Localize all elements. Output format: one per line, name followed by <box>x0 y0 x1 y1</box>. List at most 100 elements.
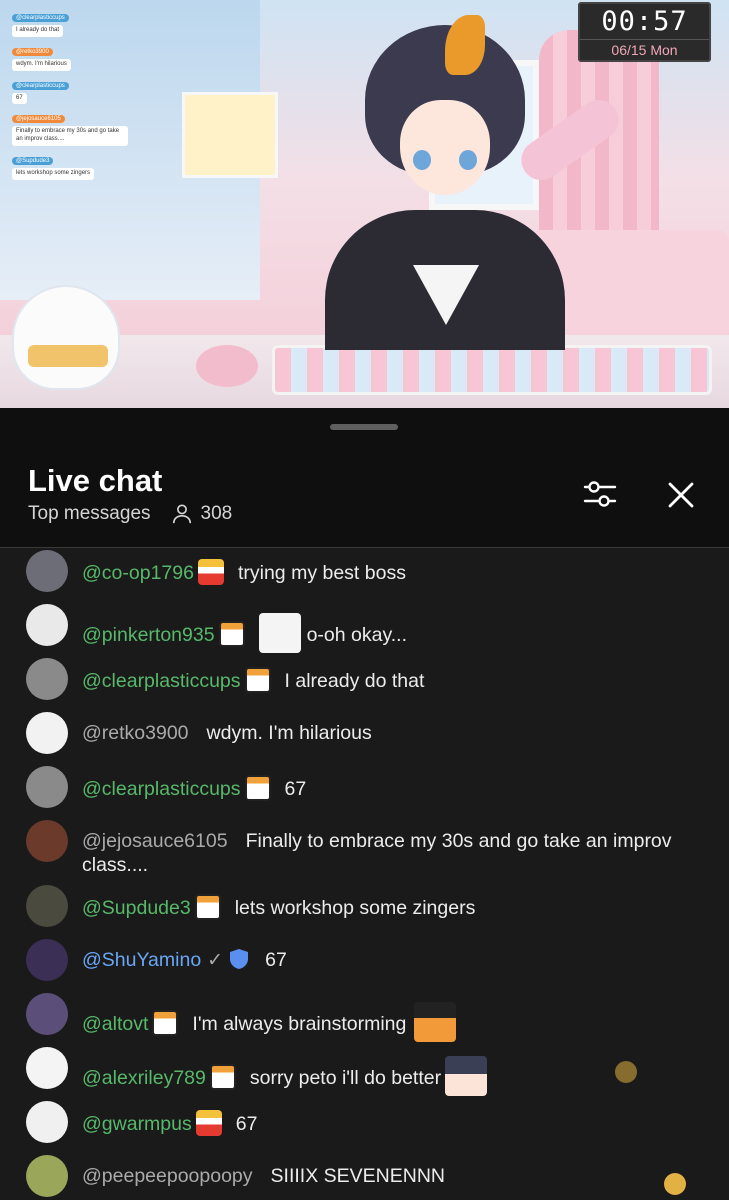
overlay-message: 67 <box>12 92 27 105</box>
chat-subtitle: Top messages 308 <box>28 503 232 525</box>
overlay-chat-item: @clearplasticcups 67 <box>12 74 132 105</box>
sunglasses-penguin-emote-icon <box>414 1002 457 1042</box>
sliders-icon[interactable] <box>582 476 618 512</box>
message-body: @clearplasticcups 67 <box>82 775 306 801</box>
avatar[interactable] <box>26 658 68 700</box>
overlay-author: @clearplasticcups <box>12 81 69 90</box>
author-name[interactable]: @clearplasticcups <box>82 778 241 800</box>
chat-message: @retko3900 wdym. I'm hilarious <box>26 712 372 754</box>
overlay-message: wdym. I'm hilarious <box>12 58 71 71</box>
clock-time: 00:57 <box>601 6 688 37</box>
author-name[interactable]: @gwarmpus <box>82 1113 192 1135</box>
clock-date: 06/15 Mon <box>580 39 709 58</box>
wall-poster <box>182 92 278 178</box>
message-text: SIIIIX SEVENENNN <box>270 1165 445 1187</box>
chat-message: @clearplasticcups I already do that <box>26 658 424 700</box>
author-name[interactable]: @ShuYamino <box>82 949 201 971</box>
close-icon[interactable] <box>664 478 698 512</box>
author-name[interactable]: @pinkerton935 <box>82 624 215 646</box>
author-name[interactable]: @retko3900 <box>82 722 189 744</box>
floating-reaction-emoji-icon <box>664 1173 686 1195</box>
author-name[interactable]: @peepeepoopoopy <box>82 1165 253 1187</box>
chat-message: @altovt I'm always brainstorming <box>26 993 457 1042</box>
member-badge-icon <box>197 559 224 585</box>
author-name[interactable]: @clearplasticcups <box>82 670 241 692</box>
stream-video[interactable]: @clearplasticcups I already do that @ret… <box>0 0 729 408</box>
chat-message-list[interactable]: @co-op1796 trying my best boss @pinkerton… <box>0 548 729 1200</box>
member-badge-icon <box>244 775 271 801</box>
message-body: @pinkerton935 o-oh okay... <box>82 613 407 653</box>
overlay-author: @jejosauce6105 <box>12 115 65 124</box>
avatar[interactable] <box>26 712 68 754</box>
stream-clock: 00:57 06/15 Mon <box>578 2 711 62</box>
overlay-message: I already do that <box>12 25 64 37</box>
avatar[interactable] <box>26 939 68 981</box>
chat-title: Live chat <box>28 463 163 498</box>
avatar[interactable] <box>26 1047 68 1089</box>
chat-message: @jejosauce6105 Finally to embrace my 30s … <box>26 820 672 877</box>
chat-message: @ShuYamino ✓ 67 <box>26 939 287 981</box>
drag-handle[interactable] <box>330 424 398 430</box>
person-icon <box>172 504 191 524</box>
message-body: @ShuYamino ✓ 67 <box>82 948 287 973</box>
avatar[interactable] <box>26 885 68 927</box>
message-text: sorry peto i'll do better <box>249 1067 442 1089</box>
member-badge-icon <box>152 1010 179 1036</box>
message-text: lets workshop some zingers <box>234 897 476 919</box>
message-body: @retko3900 wdym. I'm hilarious <box>82 721 372 745</box>
vtuber-avatar <box>325 15 565 350</box>
message-body: @clearplasticcups I already do that <box>82 667 424 693</box>
author-name[interactable]: @Supdude3 <box>82 897 191 919</box>
viewer-count: 308 <box>200 503 233 524</box>
author-name[interactable]: @jejosauce6105 <box>82 830 228 852</box>
mouse <box>196 345 258 387</box>
avatar[interactable] <box>26 604 68 646</box>
overlay-chat-item: @retko3900 wdym. I'm hilarious <box>12 40 132 71</box>
avatar[interactable] <box>26 993 68 1035</box>
message-text: wdym. I'm hilarious <box>206 722 372 744</box>
author-name[interactable]: @co-op1796 <box>82 562 194 584</box>
avatar[interactable] <box>26 820 68 862</box>
moderator-shield-icon <box>230 949 249 969</box>
avatar[interactable] <box>26 550 68 592</box>
message-body: @peepeepoopoopy SIIIIX SEVENENNN <box>82 1164 445 1188</box>
penguin-plush <box>12 285 120 390</box>
member-badge-icon <box>218 621 245 647</box>
overlay-chat-item: @clearplasticcups I already do that <box>12 6 132 37</box>
message-text: I already do that <box>284 670 425 692</box>
keyboard <box>272 345 712 395</box>
message-text: I'm always brainstorming <box>192 1013 407 1035</box>
chat-message: @Supdude3 lets workshop some zingers <box>26 885 475 927</box>
chat-message: @gwarmpus 67 <box>26 1101 257 1143</box>
verified-check-icon: ✓ <box>207 950 224 971</box>
message-text: 67 <box>235 1113 258 1135</box>
sweat-emote-icon <box>258 613 301 653</box>
message-body: @co-op1796 trying my best boss <box>82 559 406 585</box>
chat-message: @clearplasticcups 67 <box>26 766 306 808</box>
avatar[interactable] <box>26 1101 68 1143</box>
message-body: @gwarmpus 67 <box>82 1110 257 1136</box>
message-body: @Supdude3 lets workshop some zingers <box>82 894 475 920</box>
member-badge-icon <box>195 1110 222 1136</box>
message-text: 67 <box>265 949 287 971</box>
live-chat-panel: Live chat Top messages 308 @co-op1796 try… <box>0 408 729 1200</box>
overlay-chat-item: @jejosauce6105 Finally to embrace my 30s… <box>12 107 132 146</box>
overlay-author: @Supdude3 <box>12 156 54 165</box>
member-badge-icon <box>209 1064 236 1090</box>
floating-reaction-emoji-icon <box>615 1061 637 1083</box>
chat-mode-selector[interactable]: Top messages <box>28 503 151 525</box>
overlay-message: lets workshop some zingers <box>12 167 95 180</box>
message-body: @jejosauce6105 Finally to embrace my 30s … <box>82 829 672 877</box>
overlay-message: Finally to embrace my 30s and go take an… <box>12 126 128 146</box>
overlay-author: @retko3900 <box>12 47 53 56</box>
avatar[interactable] <box>26 1155 68 1197</box>
avatar[interactable] <box>26 766 68 808</box>
message-text: 67 <box>284 778 307 800</box>
message-text: o-oh okay... <box>306 624 408 646</box>
chat-message: @peepeepoopoopy SIIIIX SEVENENNN <box>26 1155 445 1197</box>
message-body: @alexriley789 sorry peto i'll do better <box>82 1056 488 1096</box>
message-text: trying my best boss <box>237 562 406 584</box>
overlay-chat-item: @Supdude3 lets workshop some zingers <box>12 149 132 180</box>
author-name[interactable]: @altovt <box>82 1013 148 1035</box>
author-name[interactable]: @alexriley789 <box>82 1067 206 1089</box>
